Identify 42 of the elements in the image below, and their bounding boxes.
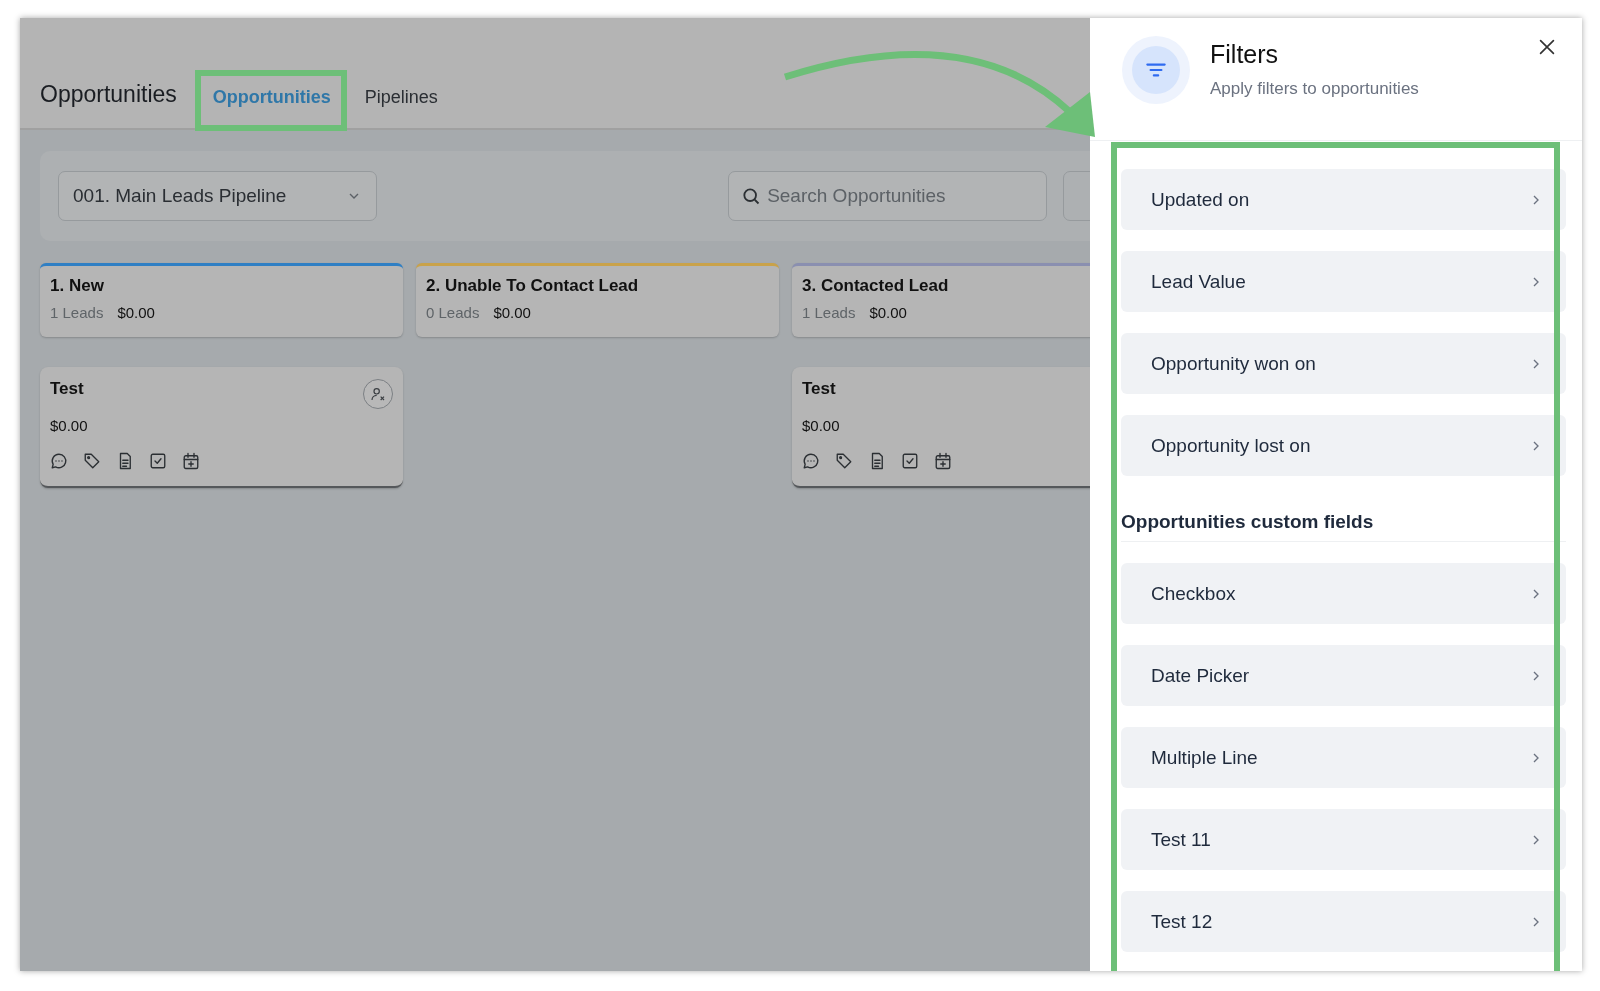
- chat-icon[interactable]: [50, 452, 68, 470]
- card-title: Test: [50, 379, 84, 399]
- stage-amount: $0.00: [117, 304, 155, 321]
- search-icon: [741, 186, 762, 206]
- page-title: Opportunities: [40, 81, 177, 108]
- tag-icon[interactable]: [83, 452, 101, 470]
- filter-row[interactable]: Date Picker: [1121, 645, 1566, 706]
- user-x-icon: [370, 386, 386, 402]
- tab[interactable]: Pipelines: [364, 87, 438, 108]
- stage-name: 1. New: [50, 276, 105, 296]
- panel-title: Filters: [1210, 40, 1280, 69]
- lead-count: 1 Leads: [802, 304, 856, 321]
- search-placeholder: Search Opportunities: [767, 185, 946, 207]
- checkbox-icon[interactable]: [901, 452, 919, 470]
- checkbox-icon[interactable]: [149, 452, 167, 470]
- calendar-plus-icon[interactable]: [934, 452, 952, 470]
- chat-icon[interactable]: [802, 452, 820, 470]
- calendar-plus-icon[interactable]: [182, 452, 200, 470]
- stage-name: 3. Contacted Lead: [802, 276, 950, 296]
- filter-row[interactable]: Lead Value: [1121, 251, 1566, 312]
- stage-amount: $0.00: [493, 304, 531, 321]
- stage-name: 2. Unable To Contact Lead: [426, 276, 640, 296]
- filter-row[interactable]: Opportunity won on: [1121, 333, 1566, 394]
- filter-row[interactable]: Multiple Line: [1121, 727, 1566, 788]
- filter-row[interactable]: Opportunity lost on: [1121, 415, 1566, 476]
- opportunity-card[interactable]: Test $0.00: [792, 367, 1090, 488]
- tag-icon[interactable]: [835, 452, 853, 470]
- assign-user-button[interactable]: [363, 379, 393, 409]
- filter-row[interactable]: Test 11: [1121, 809, 1566, 870]
- lead-count: 1 Leads: [50, 304, 104, 321]
- card-title: Test: [802, 379, 836, 399]
- lead-count: 0 Leads: [426, 304, 480, 321]
- filter-row[interactable]: Checkbox: [1121, 563, 1566, 624]
- card-amount: $0.00: [50, 417, 89, 434]
- pipeline-dropdown[interactable]: 001. Main Leads Pipeline: [58, 171, 378, 221]
- filter-row[interactable]: Updated on: [1121, 169, 1566, 230]
- opportunity-card[interactable]: Test $0.00: [40, 367, 403, 488]
- card-amount: $0.00: [802, 417, 841, 434]
- section-heading: Opportunities custom fields: [1121, 497, 1566, 542]
- filter-row[interactable]: Test 12: [1121, 891, 1566, 952]
- stage-amount: $0.00: [869, 304, 907, 321]
- panel-subtitle: Apply filters to opportunities: [1210, 79, 1419, 99]
